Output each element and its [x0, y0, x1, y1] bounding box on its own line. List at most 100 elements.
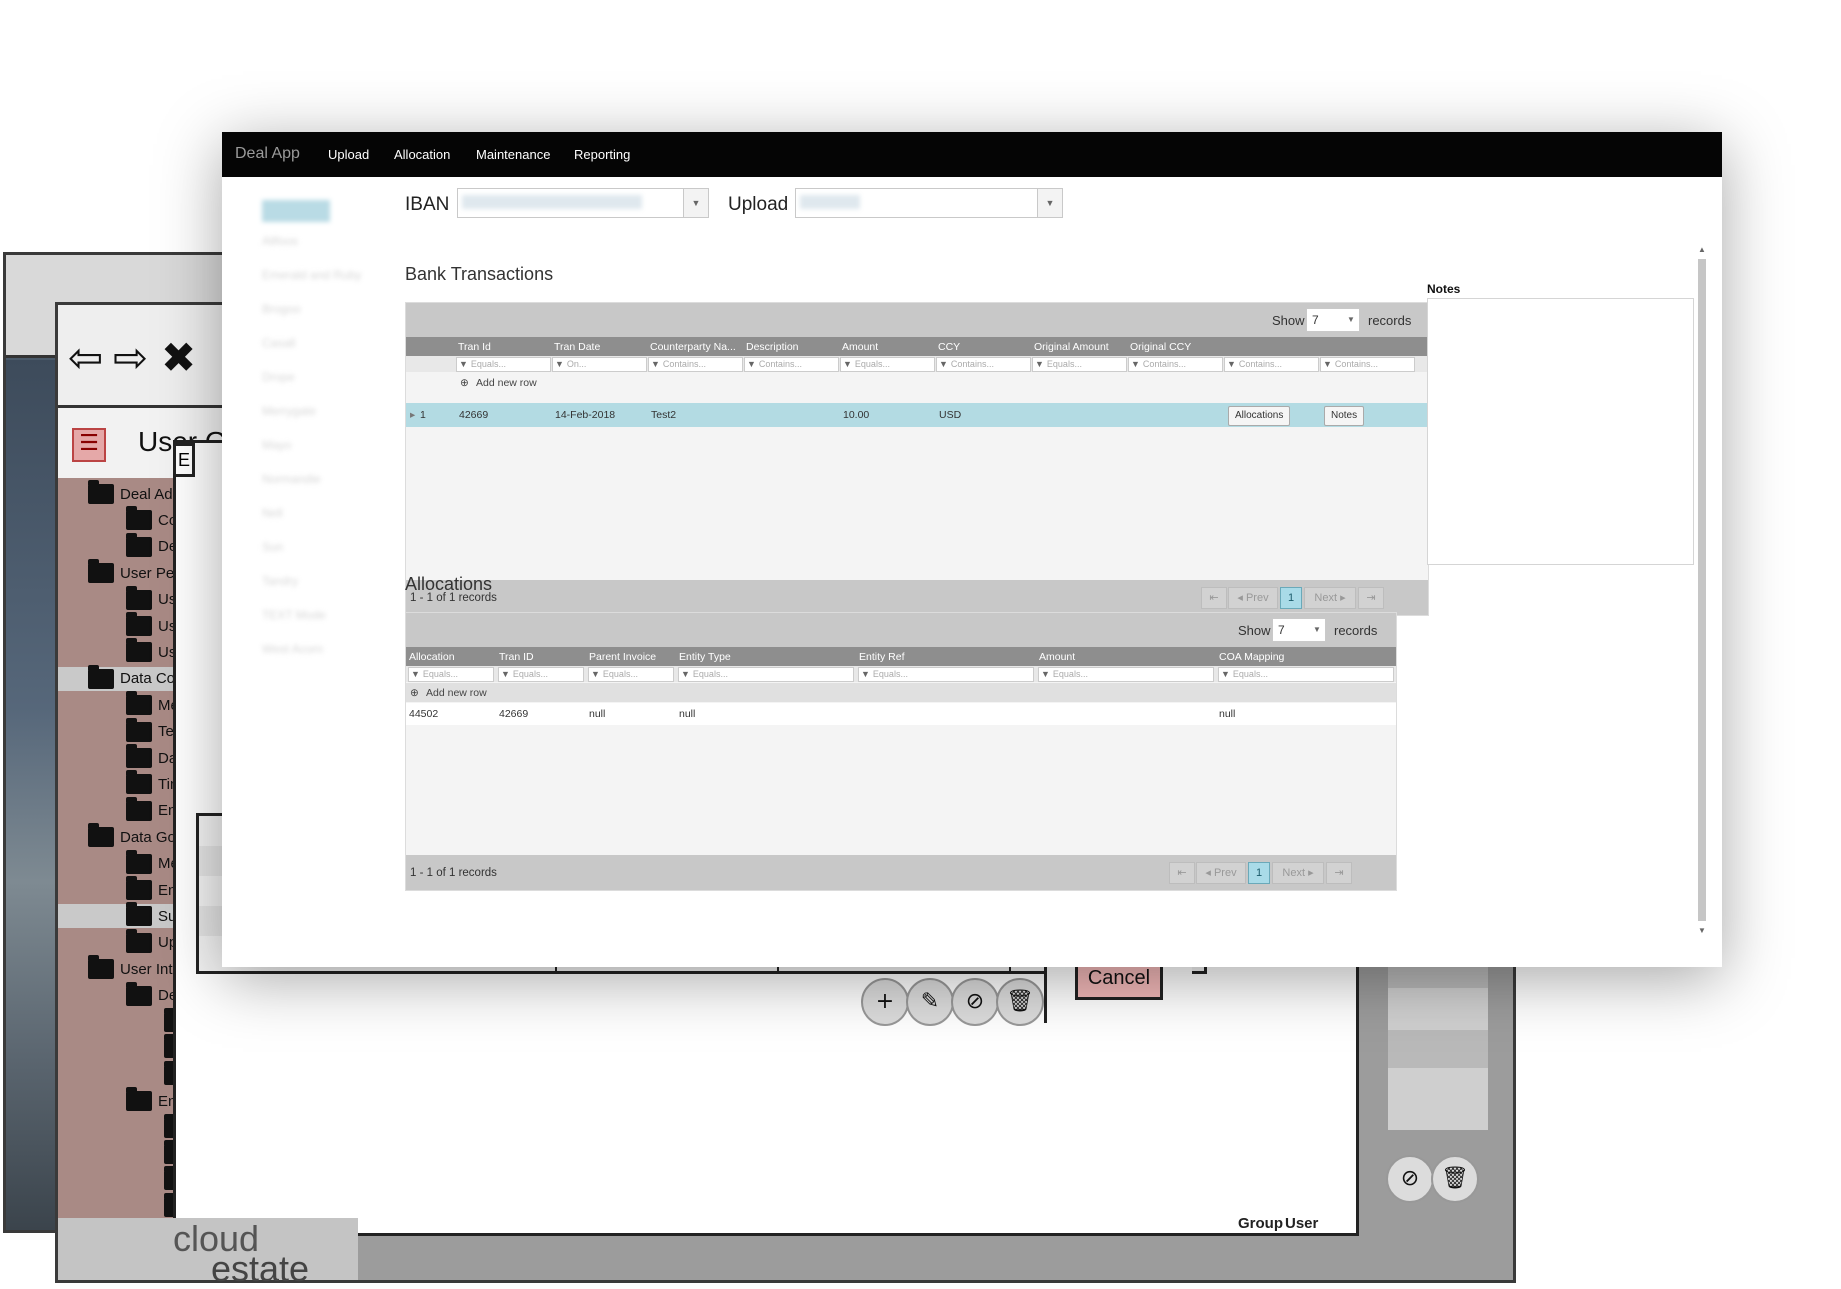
sidebar-item[interactable]: Casall: [262, 336, 307, 350]
prev-page-button[interactable]: ◂ Prev: [1228, 587, 1278, 609]
filter-input[interactable]: ▼ Equals...: [1032, 357, 1127, 372]
allocations-button[interactable]: Allocations: [1228, 406, 1291, 426]
scroll-up-icon[interactable]: ▲: [1695, 245, 1709, 254]
prev-page-button[interactable]: ◂ Prev: [1196, 862, 1246, 884]
filter-input[interactable]: ▼ Equals...: [1038, 667, 1214, 682]
column-header[interactable]: Original Amount: [1034, 341, 1126, 353]
column-header[interactable]: COA Mapping: [1219, 651, 1389, 663]
page-size-select[interactable]: 7 ▼: [1306, 308, 1360, 332]
sidebar-item[interactable]: Emerald and Ruby: [262, 268, 392, 282]
column-header[interactable]: Description: [746, 341, 836, 353]
menu-allocation[interactable]: Allocation: [394, 147, 450, 162]
sidebar-item[interactable]: TEXT Mode: [262, 608, 340, 622]
filter-input[interactable]: ▼ Contains...: [744, 357, 839, 372]
filter-input[interactable]: ▼ Equals...: [498, 667, 584, 682]
filter-input[interactable]: ▼ Equals...: [1218, 667, 1394, 682]
next-page-button[interactable]: Next ▸: [1304, 587, 1356, 609]
add-icon[interactable]: +: [861, 978, 909, 1026]
table-row[interactable]: 44502 42669 null null null: [406, 703, 1396, 725]
column-header[interactable]: Tran Id: [458, 341, 533, 353]
sidebar-item[interactable]: Merrygate: [262, 404, 342, 418]
filter-input[interactable]: ▼ Equals...: [858, 667, 1034, 682]
vertical-scrollbar[interactable]: ▲ ▼: [1695, 245, 1709, 935]
column-header[interactable]: Amount: [842, 341, 932, 353]
last-page-icon[interactable]: ⇥: [1358, 587, 1384, 609]
filter-icon: ▼: [1221, 669, 1230, 679]
column-header[interactable]: CCY: [938, 341, 1028, 353]
filter-input[interactable]: ▼ Contains...: [1320, 357, 1415, 372]
iban-select[interactable]: ▼: [457, 188, 709, 218]
hamburger-menu-icon[interactable]: ☰: [72, 428, 106, 462]
show-label: Show: [1238, 623, 1271, 638]
filter-input[interactable]: ▼ On...: [552, 357, 647, 372]
sidebar-item[interactable]: Mayo: [262, 438, 307, 452]
filter-icon: ▼: [651, 359, 660, 369]
notes-title: Notes: [1427, 282, 1461, 296]
filter-icon: ▼: [459, 359, 468, 369]
column-header[interactable]: Parent Invoice: [589, 651, 674, 663]
sidebar-item[interactable]: Tandry: [262, 574, 312, 588]
menu-upload[interactable]: Upload: [328, 147, 369, 162]
table-row[interactable]: ▸ 1 42669 14-Feb-2018 Test2 10.00 USD Al…: [406, 403, 1428, 427]
row-expand-icon[interactable]: ▸: [410, 409, 415, 421]
trash-icon-2[interactable]: 🗑: [1431, 1155, 1479, 1203]
sidebar-item[interactable]: Brogoo: [262, 302, 317, 316]
column-header[interactable]: Tran ID: [499, 651, 584, 663]
scroll-down-icon[interactable]: ▼: [1695, 926, 1709, 935]
page-number[interactable]: 1: [1280, 587, 1302, 609]
notes-button[interactable]: Notes: [1324, 406, 1365, 426]
sidebar-item[interactable]: Sun: [262, 540, 292, 554]
allocations-grid: Show 7 ▼ records Allocation Tran ID Paren…: [405, 612, 1397, 891]
block-icon-2[interactable]: ⊘: [1386, 1155, 1434, 1203]
add-new-row[interactable]: ⊕ Add new row: [406, 373, 1428, 392]
trash-icon[interactable]: 🗑: [996, 978, 1044, 1026]
app-brand[interactable]: Deal App: [235, 145, 300, 163]
back-arrow-icon[interactable]: ⇦: [68, 333, 103, 382]
first-page-icon[interactable]: ⇤: [1201, 587, 1227, 609]
last-page-icon[interactable]: ⇥: [1326, 862, 1352, 884]
next-page-button[interactable]: Next ▸: [1272, 862, 1324, 884]
filter-icon: ▼: [681, 669, 690, 679]
sidebar-item[interactable]: Drope: [262, 370, 304, 384]
column-header[interactable]: Allocation: [409, 651, 494, 663]
filter-input[interactable]: ▼ Contains...: [936, 357, 1031, 372]
folder-icon: [126, 796, 152, 821]
folder-icon: [126, 744, 152, 768]
chevron-down-icon[interactable]: ▼: [1037, 189, 1062, 217]
grid-toolbar: Show 7 ▼ records: [406, 303, 1428, 337]
column-header[interactable]: Entity Type: [679, 651, 849, 663]
block-icon[interactable]: ⊘: [951, 978, 999, 1026]
page-size-select[interactable]: 7 ▼: [1272, 618, 1326, 642]
scroll-thumb[interactable]: [1698, 259, 1706, 921]
filter-input[interactable]: ▼ Equals...: [408, 667, 494, 682]
filter-input[interactable]: ▼ Equals...: [678, 667, 854, 682]
filter-input[interactable]: ▼ Equals...: [840, 357, 935, 372]
column-header[interactable]: Tran Date: [554, 341, 629, 353]
menu-maintenance[interactable]: Maintenance: [476, 147, 550, 162]
filter-icon: ▼: [591, 669, 600, 679]
sidebar-item[interactable]: [262, 200, 330, 222]
sidebar-item[interactable]: Normandie: [262, 472, 347, 486]
filter-input[interactable]: ▼ Contains...: [1224, 357, 1319, 372]
close-x-icon[interactable]: ✖: [161, 333, 196, 382]
sidebar-item[interactable]: Nell: [262, 506, 294, 520]
forward-arrow-icon[interactable]: ⇨: [113, 333, 148, 382]
sidebar-item[interactable]: West Acorn: [262, 642, 350, 656]
column-header[interactable]: Counterparty Na...: [650, 341, 742, 353]
filter-input[interactable]: ▼ Equals...: [456, 357, 551, 372]
menu-reporting[interactable]: Reporting: [574, 147, 630, 162]
upload-select[interactable]: ▼: [795, 188, 1063, 218]
add-new-row[interactable]: ⊕ Add new row: [406, 683, 1396, 702]
edit-pencil-icon[interactable]: ✎: [906, 978, 954, 1026]
column-header[interactable]: Entity Ref: [859, 651, 1029, 663]
first-page-icon[interactable]: ⇤: [1169, 862, 1195, 884]
filter-input[interactable]: ▼ Equals...: [588, 667, 674, 682]
column-header[interactable]: Amount: [1039, 651, 1209, 663]
sidebar-item[interactable]: Allfoos: [262, 234, 312, 248]
chevron-down-icon[interactable]: ▼: [683, 189, 708, 217]
filter-input[interactable]: ▼ Contains...: [648, 357, 743, 372]
page-number[interactable]: 1: [1248, 862, 1270, 884]
notes-textarea[interactable]: [1427, 298, 1694, 565]
filter-input[interactable]: ▼ Contains...: [1128, 357, 1223, 372]
column-header[interactable]: Original CCY: [1130, 341, 1222, 353]
